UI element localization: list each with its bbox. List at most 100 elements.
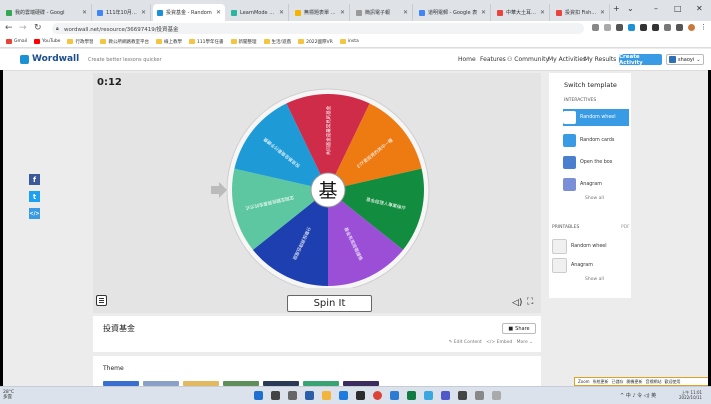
bookmark-item[interactable]: 新聞整理	[230, 39, 257, 45]
tab-close-icon[interactable]: ✕	[340, 9, 345, 16]
toolbar-item[interactable]: 音標網站	[646, 379, 662, 385]
bookmark-item[interactable]: 線上教學	[155, 39, 182, 45]
close-window-icon[interactable]: ✕	[696, 4, 703, 13]
back-icon[interactable]: ←	[5, 23, 13, 33]
file-explorer-icon[interactable]	[322, 391, 331, 400]
store-icon[interactable]	[356, 391, 365, 400]
bookmark-item[interactable]: 行政學習	[67, 39, 93, 45]
sound-icon[interactable]: ◁)	[512, 298, 522, 308]
nav-my-results[interactable]: My Results	[584, 56, 616, 63]
tab-close-icon[interactable]: ✕	[82, 9, 87, 16]
excel-icon[interactable]	[407, 391, 416, 400]
browser-tab[interactable]: 投資基金 - Random ✕	[153, 4, 225, 21]
more-link[interactable]: More ⌄	[517, 340, 533, 345]
toolbar-item[interactable]: 歡迎使用	[665, 379, 681, 385]
nav-community[interactable]: ⚇ Community	[507, 56, 549, 63]
tab-close-icon[interactable]: ✕	[481, 9, 486, 16]
extension-icon[interactable]	[640, 24, 647, 31]
minimize-icon[interactable]: –	[654, 4, 658, 13]
extension-icon[interactable]	[652, 24, 659, 31]
system-tray[interactable]: ^ 中 ♪ 令 ◁) 英	[620, 392, 656, 399]
show-all-interactives-link[interactable]: Show all	[585, 196, 604, 201]
toolbar-item[interactable]: Zoom	[578, 379, 590, 384]
template-random-cards[interactable]: Random cards	[563, 132, 629, 149]
edge-icon[interactable]	[339, 391, 348, 400]
url-field[interactable]: 🔒︎ wordwall.net/resource/36697419/投資基金	[52, 23, 584, 34]
embed-icon[interactable]: </>	[29, 208, 40, 219]
fullscreen-icon[interactable]: ⛶	[527, 297, 533, 307]
maximize-icon[interactable]: □	[674, 4, 682, 13]
app-icon[interactable]	[424, 391, 433, 400]
teams-icon[interactable]	[441, 391, 450, 400]
bookmark-item[interactable]: YouTube	[34, 39, 60, 44]
search-icon[interactable]	[271, 391, 280, 400]
browser-tab[interactable]: 111年10月25日社會✕	[93, 4, 151, 21]
browser-tab[interactable]: LearnMode 學習吧✕	[227, 4, 289, 21]
app-icon[interactable]	[458, 391, 467, 400]
tab-search-icon[interactable]: ⌄	[627, 4, 634, 13]
wordwall-logo[interactable]: Wordwall	[20, 54, 79, 64]
forward-icon[interactable]: →	[19, 23, 27, 33]
nav-home[interactable]: Home	[458, 56, 476, 63]
browser-tab[interactable]: 簡訊電子報 ✕	[352, 4, 413, 21]
app-icon[interactable]	[475, 391, 484, 400]
browser-tab[interactable]: 中華大土耳其語言吧✕	[493, 4, 550, 21]
nav-features[interactable]: Features	[480, 56, 506, 63]
extensions-puzzle-icon[interactable]	[664, 24, 671, 31]
toolbar-item[interactable]: 已儲存	[612, 379, 624, 385]
show-all-printables-link[interactable]: Show all	[585, 277, 604, 282]
start-icon[interactable]	[254, 391, 263, 400]
weather-widget[interactable]: 28°C 多雲	[3, 390, 14, 400]
create-activity-button[interactable]: Create Activity	[619, 54, 662, 66]
bookmark-item[interactable]: Gmail	[6, 39, 27, 44]
task-view-icon[interactable]	[288, 391, 297, 400]
browser-tab[interactable]: 道明電郵 - Google 表 ✕	[415, 4, 491, 21]
bookmark-star-icon[interactable]	[604, 24, 611, 31]
spin-button[interactable]: Spin It	[287, 295, 372, 312]
bookmark-item[interactable]: 生活/遊戲	[263, 39, 291, 45]
tab-close-icon[interactable]: ✕	[600, 9, 605, 16]
embed-link[interactable]: </> Embed	[486, 340, 512, 345]
bookmark-item[interactable]: 111學年任書	[188, 39, 224, 45]
tab-close-icon[interactable]: ✕	[540, 9, 545, 16]
tab-close-icon[interactable]: ✕	[141, 9, 146, 16]
template-random-wheel[interactable]: Random wheel	[563, 109, 629, 126]
new-tab-button[interactable]: +	[613, 4, 620, 13]
nav-my-activities[interactable]: My Activities	[548, 56, 586, 63]
menu-icon[interactable]	[96, 295, 107, 306]
clock[interactable]: 上午 11:01 2022/10/11	[679, 390, 702, 400]
browser-tab[interactable]: 無標題表單 - Google 表✕	[291, 4, 350, 21]
printable-random-wheel[interactable]: Random wheel	[552, 238, 618, 255]
word-icon[interactable]	[390, 391, 399, 400]
share-page-icon[interactable]	[592, 24, 599, 31]
twitter-icon[interactable]: t	[29, 191, 40, 202]
toolbar-item[interactable]: 開機更新	[627, 379, 643, 385]
tab-close-icon[interactable]: ✕	[279, 9, 284, 16]
tab-favicon-icon	[419, 9, 425, 16]
browser-tab[interactable]: 我的雲端硬碟 - Googl ✕	[2, 4, 92, 21]
toolbar-item[interactable]: 系統更新	[593, 379, 609, 385]
extension-icon[interactable]	[628, 24, 635, 31]
widgets-icon[interactable]	[305, 391, 314, 400]
printable-anagram[interactable]: Anagram	[552, 257, 618, 274]
tab-close-icon[interactable]: ✕	[216, 9, 221, 16]
bookmark-item[interactable]: 2022國際VR	[298, 39, 333, 45]
extension-icon[interactable]	[616, 24, 623, 31]
template-anagram[interactable]: Anagram	[563, 176, 629, 193]
reload-icon[interactable]: ↻	[34, 23, 42, 33]
random-wheel[interactable]: 共同基金是最常見的基金 ETF是投資的其中一種基金經理人專業操作基金有風險需謹慎分…	[226, 88, 430, 288]
chrome-icon[interactable]	[373, 391, 382, 400]
facebook-icon[interactable]: f	[29, 174, 40, 185]
user-menu[interactable]: shaoyi ⌄	[666, 54, 704, 65]
more-menu-icon[interactable]: ⋮	[700, 23, 707, 31]
share-button[interactable]: ■ Share	[502, 323, 536, 334]
side-panel-icon[interactable]	[676, 24, 683, 31]
bookmark-item[interactable]: 教公所網路教室平台	[100, 39, 149, 45]
app-icon[interactable]	[492, 391, 501, 400]
profile-avatar[interactable]	[688, 24, 695, 31]
bookmark-item[interactable]: insta	[339, 39, 359, 44]
tab-close-icon[interactable]: ✕	[403, 9, 408, 16]
template-open-the-box[interactable]: Open the box	[563, 154, 629, 171]
edit-content-link[interactable]: ✎ Edit Content	[449, 340, 482, 345]
browser-tab[interactable]: 投資扣 Fish Learn✕	[552, 4, 610, 21]
